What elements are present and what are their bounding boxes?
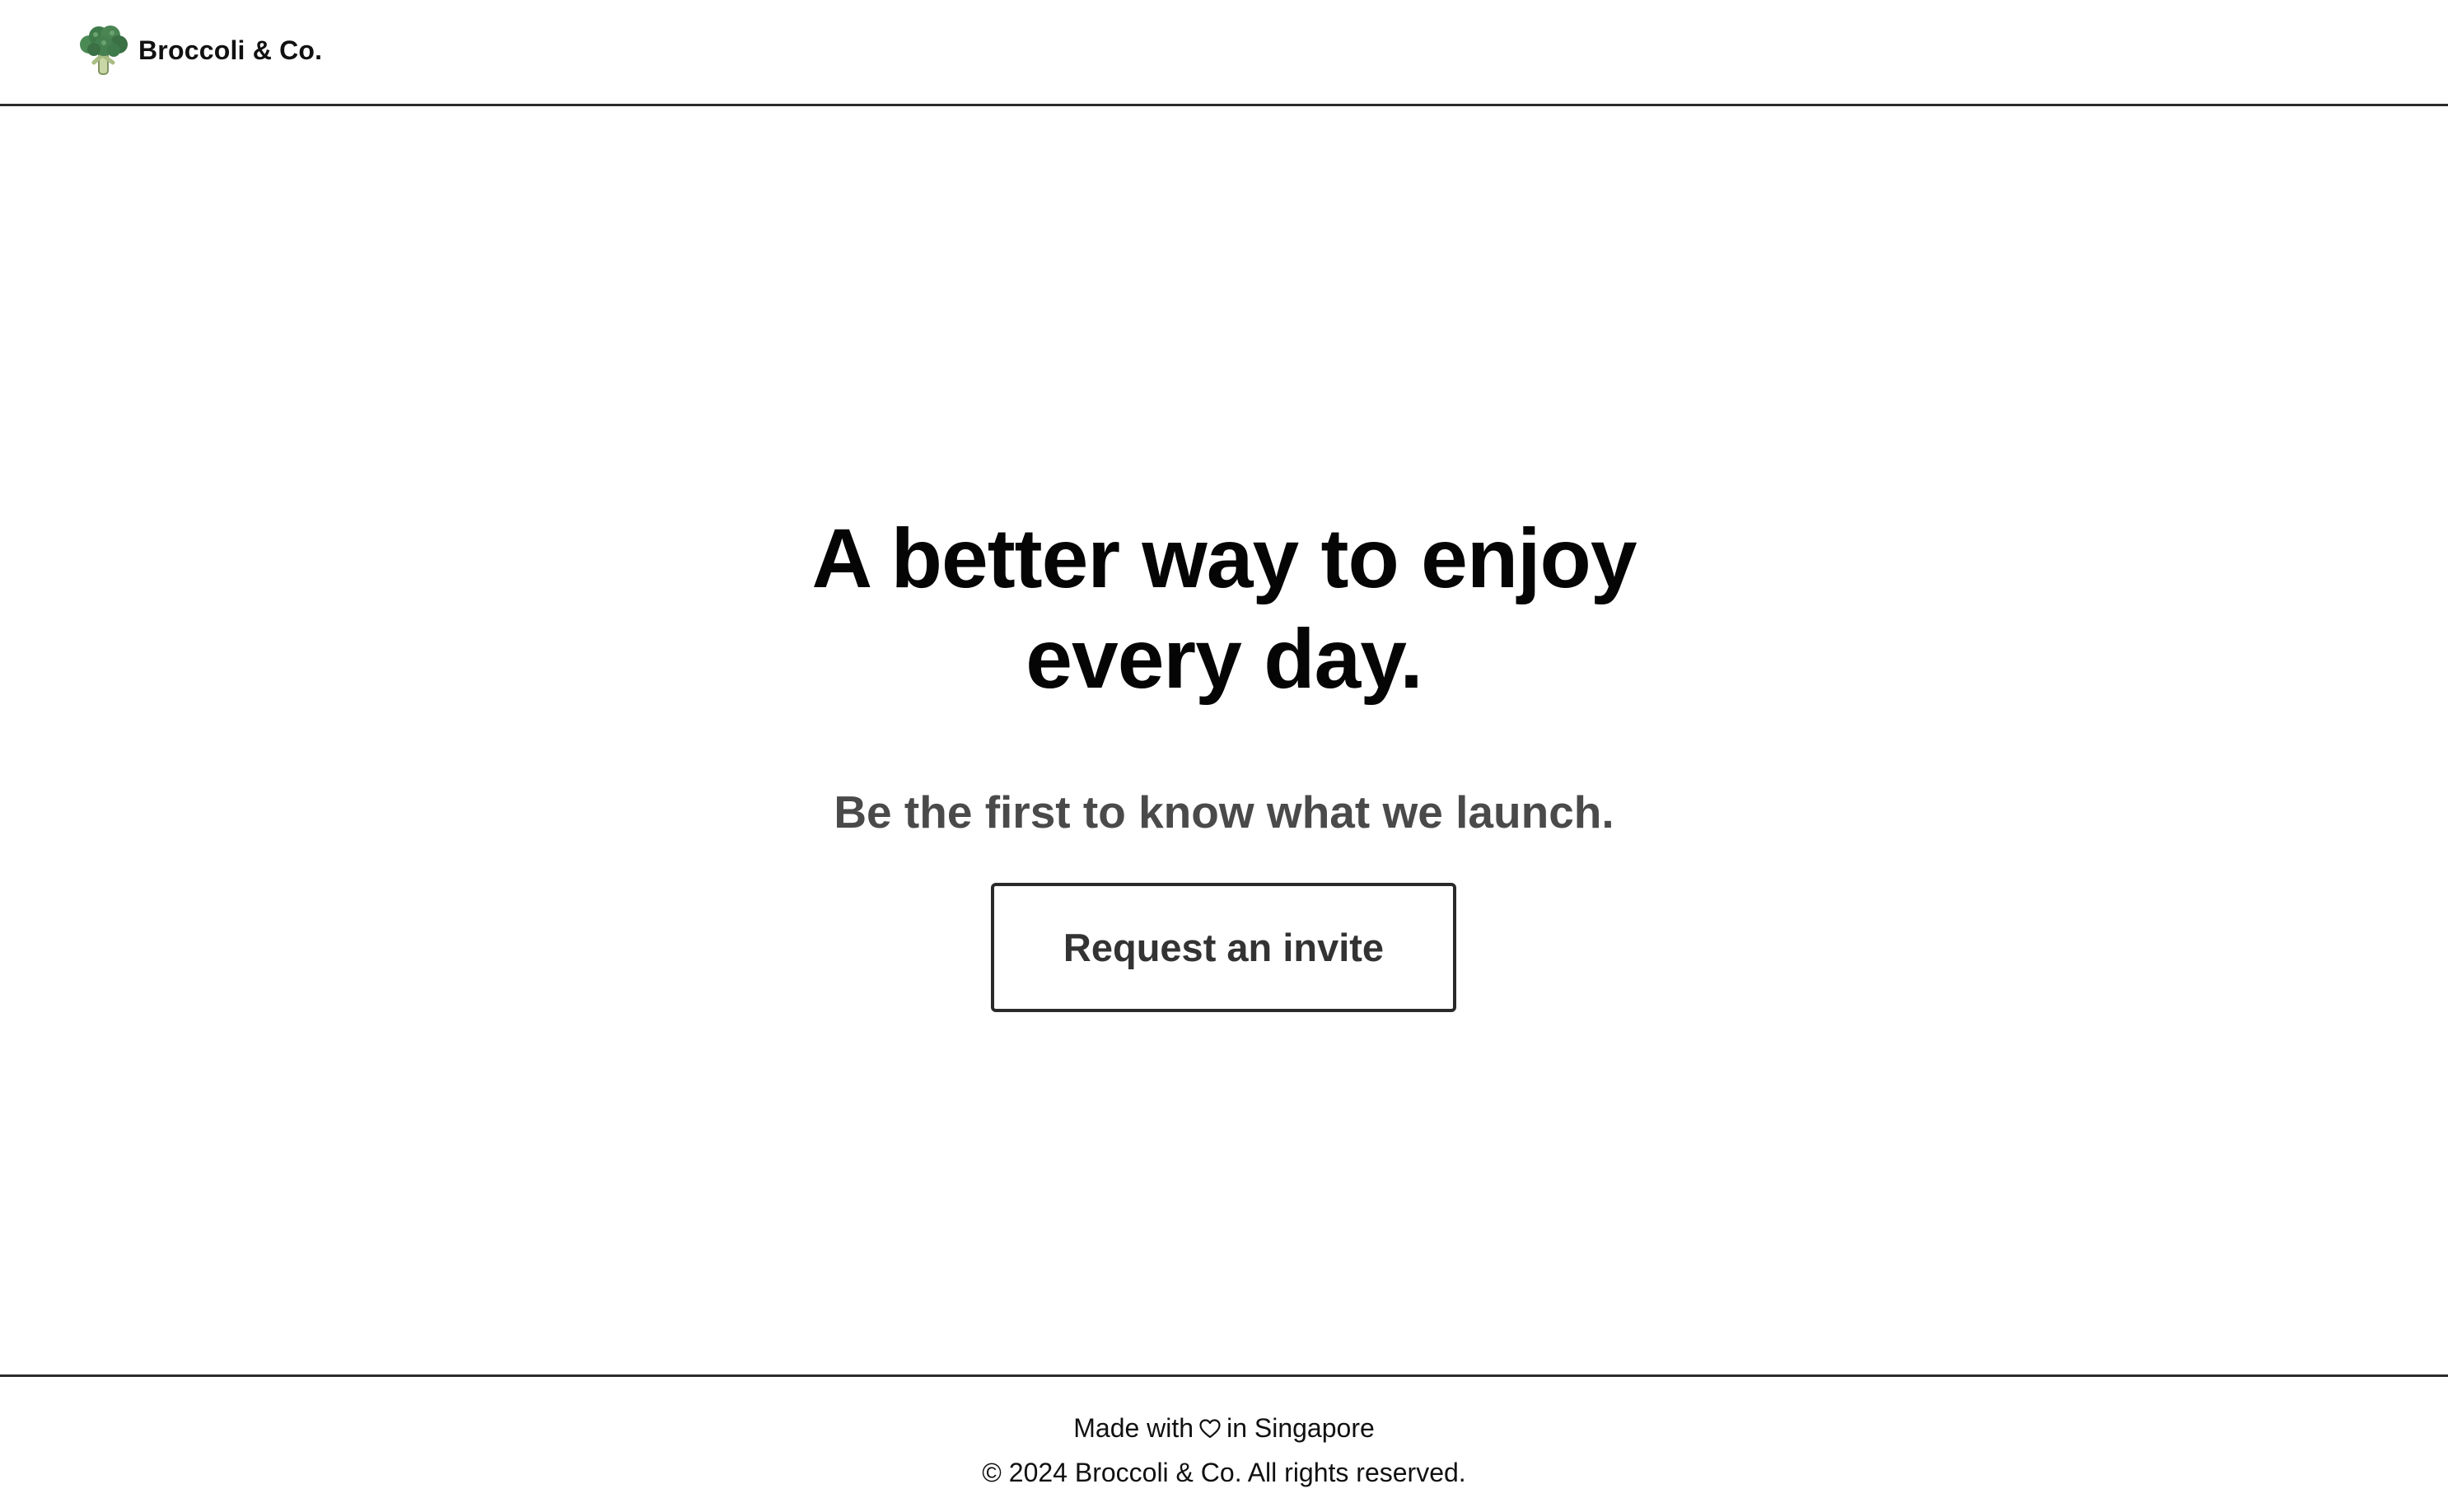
made-with-line: Made with in Singapore — [0, 1410, 2448, 1446]
request-invite-button[interactable]: Request an invite — [991, 883, 1456, 1012]
broccoli-icon — [80, 26, 128, 75]
page-footer: Made with in Singapore © 2024 Broccoli &… — [0, 1374, 2448, 1512]
headline-line-1: A better way to enjoy — [811, 511, 1637, 605]
copyright-text: © 2024 Broccoli & Co. All rights reserve… — [982, 1458, 1466, 1487]
heart-icon — [1199, 1419, 1221, 1439]
made-with-suffix: in Singapore — [1226, 1413, 1375, 1443]
hero-headline: A better way to enjoy every day. — [0, 508, 2448, 709]
brand-name: Broccoli & Co. — [138, 35, 323, 65]
landing-page: Broccoli & Co. A better way to enjoy eve… — [0, 0, 2448, 1512]
top-navigation-bar: Broccoli & Co. — [0, 0, 2448, 106]
brand-home-link[interactable]: Broccoli & Co. — [76, 25, 322, 76]
headline-line-2: every day. — [1025, 612, 1423, 706]
hero-subheading: Be the first to know what we launch. — [834, 786, 1614, 838]
hero-section: A better way to enjoy every day. Be the … — [0, 106, 2448, 1374]
made-with-prefix: Made with — [1073, 1413, 1194, 1443]
